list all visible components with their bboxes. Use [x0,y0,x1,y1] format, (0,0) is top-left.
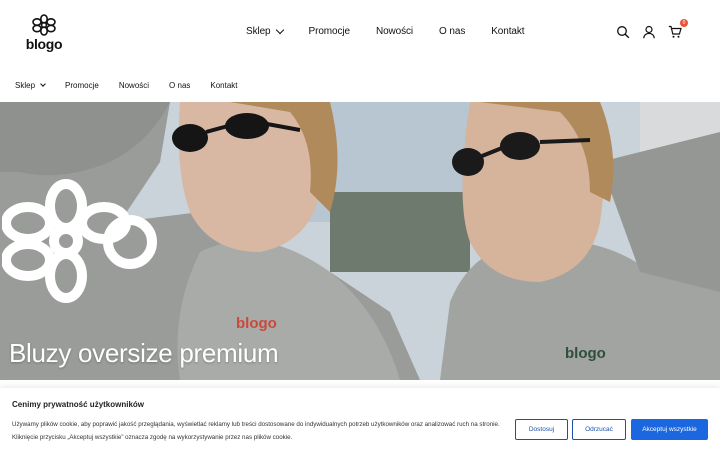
subnav-item-sklep[interactable]: Sklep [15,80,46,90]
customize-button[interactable]: Dostosuj [515,419,568,440]
nav-label: O nas [169,80,191,90]
flower-logo-icon [32,14,56,36]
subnav-item-o-nas[interactable]: O nas [169,81,190,90]
cookie-title: Cenimy prywatność użytkowników [12,400,145,409]
user-icon[interactable] [642,25,656,39]
search-icon[interactable] [616,25,630,39]
nav-item-sklep[interactable]: Sklep [246,25,284,37]
cart-count-badge: 0 [680,19,688,27]
subnav-item-nowosci[interactable]: Nowości [119,81,149,90]
site-header: blogo Sklep Promocje Nowości O nas Konta… [0,0,720,68]
nav-label: Kontakt [210,80,238,90]
accept-all-button[interactable]: Akceptuj wszystkie [631,419,708,440]
page: blogo Sklep Promocje Nowości O nas Konta… [0,0,720,450]
subnav-item-promocje[interactable]: Promocje [65,81,99,90]
reject-button[interactable]: Odrzucać [572,419,626,440]
header-icons: 0 [616,19,688,39]
cart-icon[interactable]: 0 [668,19,688,39]
nav-label: Promocje [308,26,351,37]
chevron-down-icon [40,80,46,87]
hoodie-print-left: blogo [236,315,277,332]
nav-label: Nowości [375,26,414,37]
nav-item-kontakt[interactable]: Kontakt [491,26,524,37]
nav-item-promocje[interactable]: Promocje [308,26,351,37]
hero-banner[interactable]: blogo blogo Bluzy oversize premium [0,102,720,380]
hoodie-print-right: blogo [565,345,606,362]
nav-label: Sklep [15,80,36,90]
main-nav: Sklep Promocje Nowości O nas Kontakt [246,25,525,37]
logo-text: blogo [25,36,63,52]
subnav-item-kontakt[interactable]: Kontakt [210,81,237,90]
nav-label: Sklep [246,26,271,37]
nav-label: O nas [439,26,466,37]
chevron-down-icon [275,25,284,34]
flower-logo-icon [2,179,157,303]
logo[interactable]: blogo [24,14,64,58]
secondary-nav: Sklep Promocje Nowości O nas Kontakt [15,78,238,92]
nav-label: Promocje [65,80,99,90]
cookie-description: Używamy plików cookie, aby poprawić jako… [12,421,500,441]
nav-label: Kontakt [491,26,525,37]
nav-item-nowosci[interactable]: Nowości [376,26,413,37]
nav-item-o-nas[interactable]: O nas [439,26,465,37]
nav-label: Nowości [118,80,150,90]
hero-title: Bluzy oversize premium [9,338,279,368]
cookie-consent-banner: Cenimy prywatność użytkowników Używamy p… [0,388,720,450]
